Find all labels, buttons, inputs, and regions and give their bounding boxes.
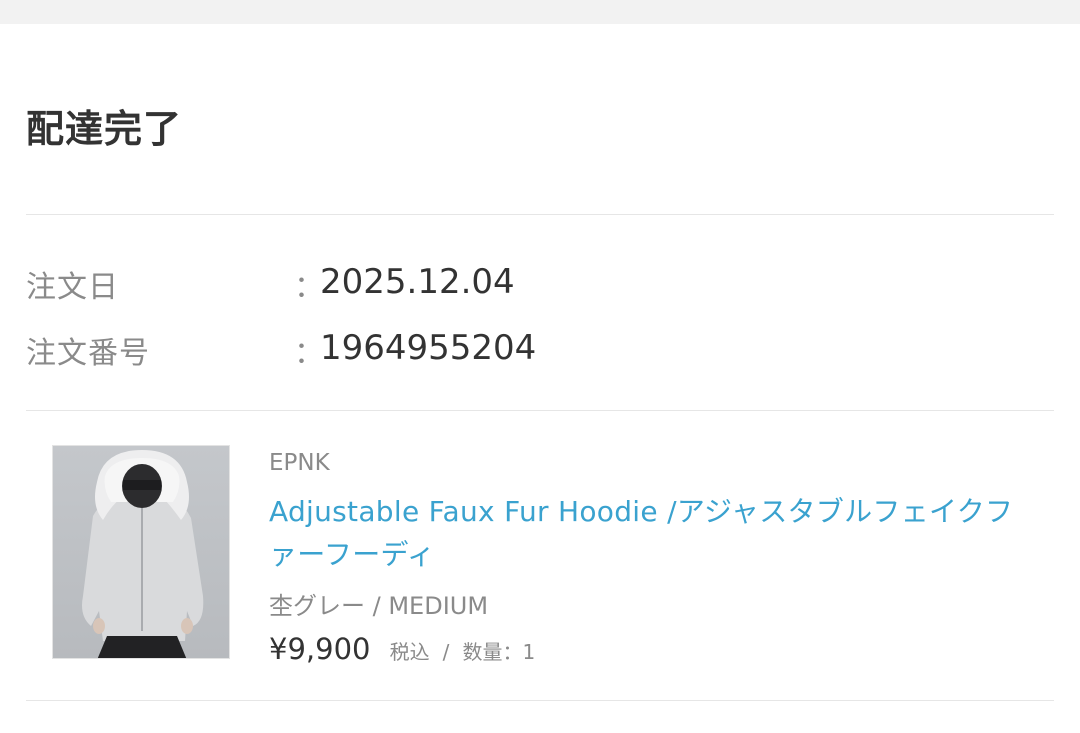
divider (26, 214, 1054, 215)
divider (26, 410, 1054, 411)
top-bar (0, 0, 1080, 24)
order-date-label: 注文日 (26, 270, 119, 305)
product-variant: 杢グレー / MEDIUM (269, 592, 489, 620)
quantity-label: 数量： (462, 640, 523, 664)
divider (26, 700, 1054, 701)
order-number-label: 注文番号 (26, 336, 150, 371)
order-date-value: 2025.12.04 (320, 262, 515, 302)
product-thumbnail[interactable] (52, 445, 230, 659)
product-price: ¥9,900 (269, 632, 371, 666)
product-name-link[interactable]: Adjustable Faux Fur Hoodie /アジャスタブルフェイクフ… (269, 490, 1039, 576)
product-photo (53, 446, 229, 658)
tax-label: 税込 (389, 640, 430, 664)
order-number-value: 1964955204 (320, 328, 537, 368)
price-line: ¥9,900 税込 / 数量：1 (269, 632, 535, 666)
order-status-title: 配達完了 (26, 107, 183, 151)
quantity-value: 1 (522, 640, 536, 664)
product-brand: EPNK (269, 450, 330, 476)
order-number-row: 注文番号 ： 1964955204 (26, 328, 1026, 371)
separator: / (442, 640, 450, 664)
order-date-row: 注文日 ： 2025.12.04 (26, 262, 1026, 305)
